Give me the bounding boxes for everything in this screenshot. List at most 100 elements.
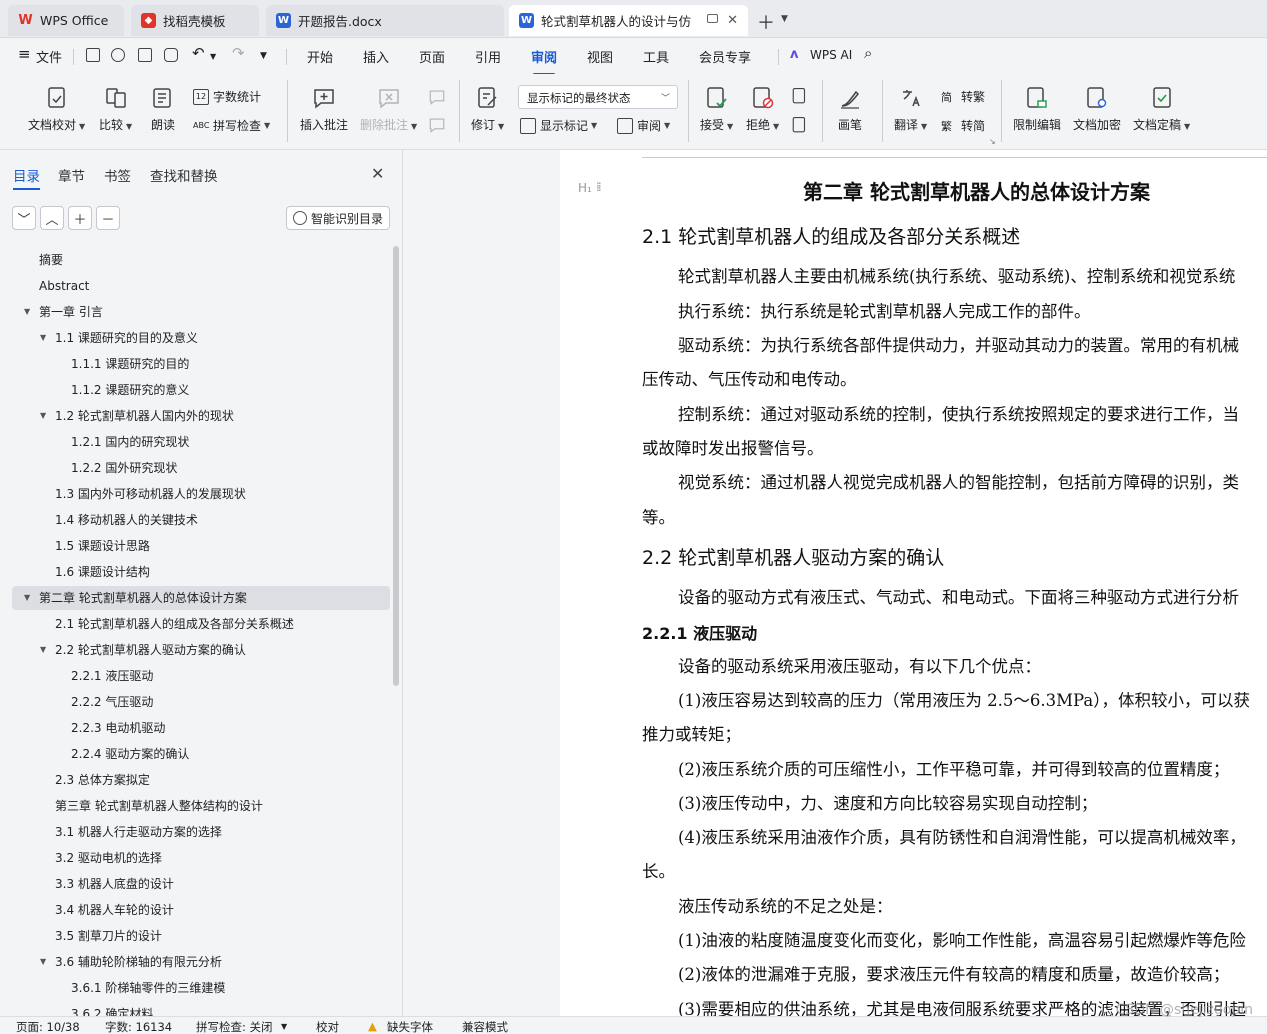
- close-icon[interactable]: ✕: [727, 13, 738, 28]
- toc-item[interactable]: Abstract: [12, 274, 390, 298]
- doc-proof-button[interactable]: 文档校对 ▼: [28, 74, 85, 133]
- drag-handle-icon[interactable]: ⁞⁞: [596, 180, 601, 194]
- page-indicator[interactable]: 页面: 10/38: [16, 1019, 80, 1034]
- chevron-down-icon[interactable]: ▼: [210, 52, 216, 61]
- toc-item[interactable]: 1.1.2 课题研究的意义: [12, 378, 390, 402]
- toc-item[interactable]: 3.4 机器人车轮的设计: [12, 898, 390, 922]
- chevron-down-icon[interactable]: ▼: [781, 14, 788, 24]
- add-heading-button[interactable]: ＋: [68, 206, 92, 230]
- toc-item[interactable]: 3.3 机器人底盘的设计: [12, 872, 390, 896]
- delete-comment-button[interactable]: 删除批注 ▼: [360, 74, 417, 133]
- expand-arrow-icon[interactable]: ▼: [40, 950, 46, 974]
- toc-item[interactable]: 3.6.1 阶梯轴零件的三维建模: [12, 976, 390, 1000]
- expand-arrow-icon[interactable]: ▼: [40, 404, 46, 428]
- toc-item[interactable]: ▼ 3.6 辅助轮阶梯轴的有限元分析: [12, 950, 390, 974]
- previous-change-icon[interactable]: [791, 87, 809, 105]
- toc-item[interactable]: ▼ 1.1 课题研究的目的及意义: [12, 326, 390, 350]
- next-comment-icon[interactable]: [428, 116, 446, 134]
- toc-item[interactable]: ▼ 1.2 轮式割草机器人国内外的现状: [12, 404, 390, 428]
- to-simplified-button[interactable]: 繁 转简: [941, 117, 985, 134]
- proof-status[interactable]: 校对: [316, 1019, 339, 1034]
- word-count-status[interactable]: 字数: 16134: [105, 1019, 172, 1034]
- toc-item[interactable]: 1.5 课题设计思路: [12, 534, 390, 558]
- expand-arrow-icon[interactable]: ▼: [24, 300, 30, 324]
- heading-marker-icon[interactable]: H₁: [578, 181, 592, 195]
- expand-icon[interactable]: ↘: [989, 137, 996, 146]
- toc-item[interactable]: 摘要: [12, 248, 390, 272]
- tab-current-document[interactable]: W 轮式割草机器人的设计与仿真 ✕: [509, 5, 748, 36]
- collapse-down-button[interactable]: ﹀: [12, 206, 36, 230]
- toc-item[interactable]: 第三章 轮式割草机器人整体结构的设计: [12, 794, 390, 818]
- restrict-edit-button[interactable]: 限制编辑: [1013, 74, 1061, 133]
- remove-heading-button[interactable]: －: [96, 206, 120, 230]
- accept-button[interactable]: 接受 ▼: [700, 74, 733, 133]
- monitor-icon[interactable]: [707, 14, 718, 23]
- menu-tools[interactable]: 工具: [643, 47, 669, 66]
- toc-item[interactable]: ▼ 第二章 轮式割草机器人的总体设计方案: [12, 586, 390, 610]
- show-markup-button[interactable]: 显示标记 ▼: [520, 117, 597, 134]
- missing-font-status[interactable]: 缺失字体: [387, 1019, 433, 1034]
- toc-item[interactable]: 1.6 课题设计结构: [12, 560, 390, 584]
- toc-item[interactable]: ▼ 第一章 引言: [12, 300, 390, 324]
- more-chevron-icon[interactable]: ▼: [260, 51, 267, 61]
- tab-docer[interactable]: ◆ 找稻壳模板: [131, 5, 259, 36]
- compare-button[interactable]: 比较 ▼: [99, 74, 132, 133]
- review-pane-button[interactable]: 审阅 ▼: [617, 117, 670, 134]
- markup-state-select[interactable]: 显示标记的最终状态 ﹀: [518, 85, 678, 109]
- toc-item[interactable]: 1.3 国内外可移动机器人的发展现状: [12, 482, 390, 506]
- toc-item[interactable]: 1.2.1 国内的研究现状: [12, 430, 390, 454]
- toc-item[interactable]: 1.4 移动机器人的关键技术: [12, 508, 390, 532]
- expand-arrow-icon[interactable]: ▼: [24, 586, 30, 610]
- menu-start[interactable]: 开始: [307, 47, 333, 66]
- toc-item[interactable]: 1.1.1 课题研究的目的: [12, 352, 390, 376]
- spell-check-status[interactable]: 拼写检查: 关闭: [196, 1019, 273, 1034]
- toc-item[interactable]: 2.2.4 驱动方案的确认: [12, 742, 390, 766]
- toc-item[interactable]: 2.1 轮式割草机器人的组成及各部分关系概述: [12, 612, 390, 636]
- toc-item[interactable]: 2.3 总体方案拟定: [12, 768, 390, 792]
- export-icon[interactable]: [111, 48, 125, 62]
- search-icon[interactable]: ⌕: [864, 44, 872, 62]
- reject-button[interactable]: 拒绝 ▼: [746, 74, 779, 133]
- tab-wps-office[interactable]: W WPS Office: [8, 5, 124, 36]
- toc-item[interactable]: 3.5 割草刀片的设计: [12, 924, 390, 948]
- toc-item[interactable]: 1.2.2 国外研究现状: [12, 456, 390, 480]
- toc-item[interactable]: 3.2 驱动电机的选择: [12, 846, 390, 870]
- smart-toc-button[interactable]: 智能识别目录: [286, 206, 390, 230]
- menu-reference[interactable]: 引用: [475, 47, 501, 66]
- chevron-down-icon[interactable]: ▼: [281, 1022, 287, 1031]
- next-change-icon[interactable]: [791, 116, 809, 134]
- panel-tab-sections[interactable]: 章节: [58, 165, 85, 185]
- panel-tab-bookmarks[interactable]: 书签: [104, 165, 131, 185]
- save-icon[interactable]: [86, 48, 100, 62]
- expand-arrow-icon[interactable]: ▼: [40, 326, 46, 350]
- read-aloud-button[interactable]: 朗读: [151, 74, 175, 133]
- translate-button[interactable]: 翻译 ▼: [894, 74, 927, 133]
- expand-arrow-icon[interactable]: ▼: [40, 638, 46, 662]
- menu-file[interactable]: 文件: [36, 47, 62, 66]
- new-tab-icon[interactable]: ＋: [757, 9, 775, 35]
- compat-mode-status[interactable]: 兼容模式: [462, 1019, 508, 1034]
- toc-item[interactable]: 3.1 机器人行走驱动方案的选择: [12, 820, 390, 844]
- encrypt-button[interactable]: 文档加密: [1073, 74, 1121, 133]
- print-preview-icon[interactable]: [164, 48, 178, 62]
- hamburger-icon[interactable]: ≡: [18, 45, 31, 63]
- menu-page[interactable]: 页面: [419, 47, 445, 66]
- toc-item[interactable]: 2.2.1 液压驱动: [12, 664, 390, 688]
- panel-tab-toc[interactable]: 目录: [13, 165, 40, 190]
- menu-review[interactable]: 审阅: [531, 47, 557, 75]
- insert-comment-button[interactable]: 插入批注: [300, 74, 348, 133]
- menu-view[interactable]: 视图: [587, 47, 613, 66]
- panel-tab-find-replace[interactable]: 查找和替换: [150, 165, 218, 185]
- collapse-up-button[interactable]: ︿: [40, 206, 64, 230]
- menu-wps-ai[interactable]: WPS AI: [810, 48, 852, 62]
- toc-item[interactable]: 3.6.2 确定材料: [12, 1002, 390, 1016]
- menu-member[interactable]: 会员专享: [699, 47, 751, 66]
- previous-comment-icon[interactable]: [428, 88, 446, 106]
- toc-item[interactable]: 2.2.2 气压驱动: [12, 690, 390, 714]
- toc-item[interactable]: 2.2.3 电动机驱动: [12, 716, 390, 740]
- toc-item[interactable]: ▼ 2.2 轮式割草机器人驱动方案的确认: [12, 638, 390, 662]
- spell-check-button[interactable]: ABC 拼写检查 ▼: [193, 117, 270, 134]
- revise-button[interactable]: 修订 ▼: [471, 74, 504, 133]
- tab-proposal-docx[interactable]: W 开题报告.docx: [266, 5, 504, 36]
- close-icon[interactable]: ✕: [371, 164, 384, 183]
